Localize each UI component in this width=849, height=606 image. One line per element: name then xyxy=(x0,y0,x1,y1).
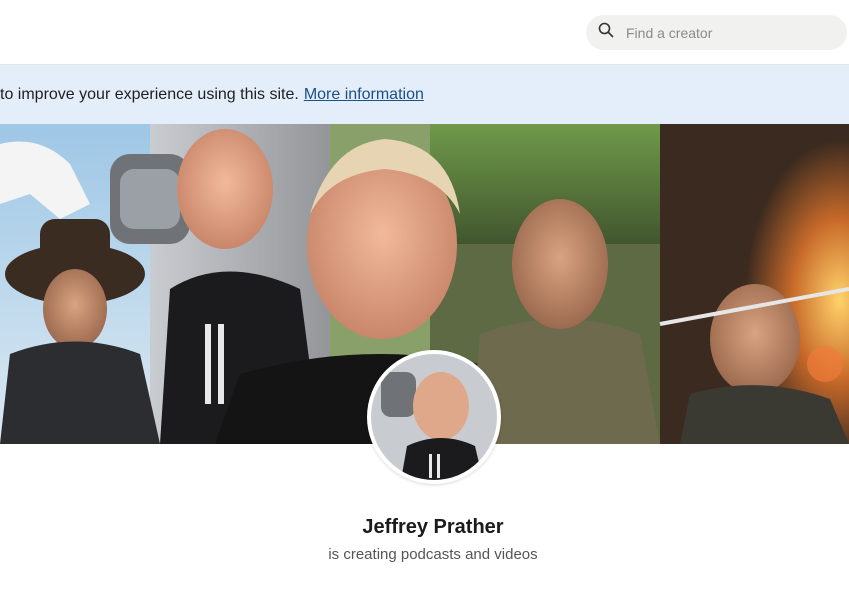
more-information-link[interactable]: More information xyxy=(304,86,424,104)
creator-name: Jeffrey Prather xyxy=(362,516,504,538)
creator-tagline: is creating podcasts and videos xyxy=(328,546,538,563)
search-icon xyxy=(598,22,614,43)
creator-avatar[interactable] xyxy=(367,350,501,484)
cookie-notice-text: to improve your experience using this si… xyxy=(0,85,299,103)
cookie-notice: to improve your experience using this si… xyxy=(0,65,849,124)
top-navigation-bar xyxy=(0,0,849,65)
creator-search-box[interactable] xyxy=(586,15,847,50)
search-input[interactable] xyxy=(626,24,836,41)
